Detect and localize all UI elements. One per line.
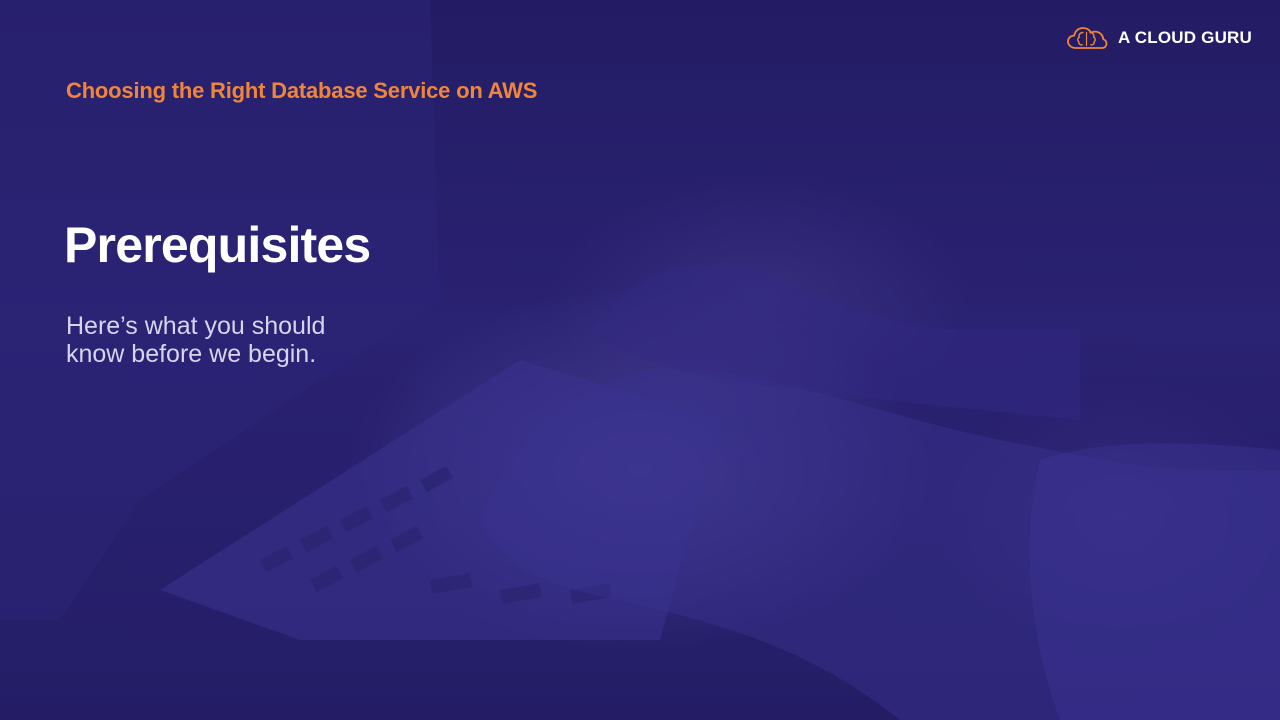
subtitle-line-2: know before we begin. — [66, 340, 317, 368]
slide-heading: Prerequisites — [64, 217, 371, 273]
subtitle-line-1: Here’s what you should — [66, 312, 326, 340]
brand-logo: A CLOUD GURU — [1066, 25, 1252, 51]
brand-name: A CLOUD GURU — [1118, 28, 1252, 47]
course-title: Choosing the Right Database Service on A… — [66, 78, 538, 103]
cloud-brain-icon — [1066, 25, 1108, 51]
slide-subtitle: Here’s what you should know before we be… — [66, 312, 406, 368]
title-slide: A CLOUD GURU Choosing the Right Database… — [0, 0, 1280, 720]
